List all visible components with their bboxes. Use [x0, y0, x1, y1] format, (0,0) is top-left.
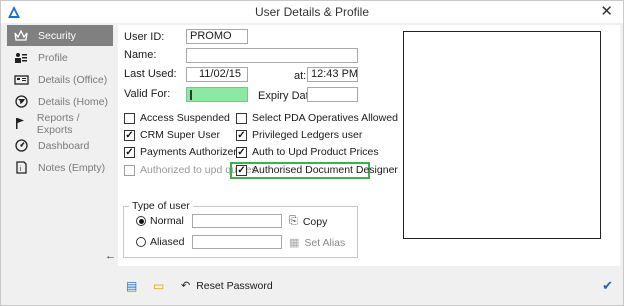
notes-icon: i: [12, 161, 30, 175]
user-profile-icon: [12, 51, 30, 65]
checkbox-label: Access Suspended: [140, 112, 230, 124]
checkbox-label: CRM Super User: [140, 129, 220, 141]
reset-password-label: Reset Password: [196, 279, 273, 292]
select-pda-operatives-checkbox[interactable]: Select PDA Operatives Allowed: [236, 112, 398, 124]
sidebar-item-security[interactable]: Security: [7, 25, 113, 46]
last-used-label: Last Used:: [124, 68, 177, 80]
set-alias-label: Set Alias: [304, 236, 346, 249]
sidebar-item-profile[interactable]: Profile: [7, 47, 113, 68]
valid-for-field[interactable]: [186, 87, 248, 102]
window-title: User Details & Profile: [254, 5, 370, 19]
reset-password-button[interactable]: ↶ Reset Password: [181, 279, 273, 293]
back-arrow-icon[interactable]: ←: [105, 250, 116, 262]
user-photo-frame[interactable]: [403, 31, 601, 239]
sidebar-item-label: Profile: [38, 51, 68, 64]
flag-icon: [12, 117, 29, 131]
expiry-date-field[interactable]: [307, 87, 358, 102]
checkmark-icon: ✓: [236, 164, 247, 176]
checkbox-label: Payments Authorizer: [140, 146, 237, 158]
radio-selected-icon: [136, 216, 146, 226]
sidebar-item-label: Reports / Exports: [36, 111, 80, 136]
valid-for-label: Valid For:: [124, 88, 171, 100]
office-icon: [12, 73, 30, 87]
globe-icon: [12, 95, 30, 109]
checkbox-label: Auth to Upd Product Prices: [252, 146, 379, 158]
authorised-document-designer-checkbox[interactable]: ✓ Authorised Document Designer: [236, 164, 398, 176]
sidebar-item-reports-exports[interactable]: Reports / Exports: [7, 111, 113, 136]
access-suspended-checkbox[interactable]: Access Suspended: [124, 112, 230, 124]
folder-icon[interactable]: ▭: [153, 279, 164, 293]
dashboard-icon: [12, 139, 30, 153]
crown-icon: [12, 29, 30, 43]
checkmark-icon: ✓: [236, 146, 247, 158]
close-icon[interactable]: ✕: [600, 3, 613, 21]
normal-user-field[interactable]: [192, 214, 282, 228]
sidebar: Security Profile Details (Office) Detail…: [7, 25, 113, 261]
payments-authorizer-checkbox[interactable]: ✓ Payments Authorizer: [124, 146, 237, 158]
document-icon[interactable]: ▤: [126, 279, 137, 293]
radio-label: Normal: [150, 215, 184, 227]
footer-bar: ▤ ▭ ↶ Reset Password ✔: [1, 267, 623, 305]
sidebar-item-details-office[interactable]: Details (Office): [7, 69, 113, 90]
name-field[interactable]: [186, 48, 358, 63]
user-id-label: User ID:: [124, 31, 165, 43]
normal-radio[interactable]: Normal: [136, 215, 184, 227]
checkbox-label: Privileged Ledgers user: [252, 129, 363, 141]
checkbox-label: Select PDA Operatives Allowed: [252, 112, 398, 124]
sidebar-item-dashboard[interactable]: Dashboard: [7, 135, 113, 156]
user-details-window: User Details & Profile ✕ Security Profil…: [0, 0, 624, 306]
last-used-time-field: 12:43 PM: [307, 67, 358, 82]
sidebar-item-label: Security: [38, 29, 76, 42]
checkbox-box: [236, 112, 247, 124]
checkbox-label: Authorised Document Designer: [252, 164, 398, 176]
type-of-user-title: Type of user: [129, 200, 193, 212]
checkmark-icon: ✓: [124, 146, 135, 158]
aliased-radio[interactable]: Aliased: [136, 236, 184, 248]
auth-upd-product-prices-checkbox[interactable]: ✓ Auth to Upd Product Prices: [236, 146, 379, 158]
radio-empty-icon: [136, 237, 146, 247]
privileged-ledgers-checkbox[interactable]: ✓ Privileged Ledgers user: [236, 129, 362, 141]
user-id-field[interactable]: PROMO: [186, 29, 248, 44]
copy-icon: ⎘: [289, 215, 298, 227]
checkbox-box: [124, 112, 135, 124]
sidebar-item-details-home[interactable]: Details (Home): [7, 91, 113, 112]
set-alias-icon: ▦: [289, 237, 300, 249]
crm-super-user-checkbox[interactable]: ✓ CRM Super User: [124, 129, 220, 141]
sidebar-item-label: Details (Home): [38, 95, 109, 108]
copy-label: Copy: [302, 215, 328, 228]
set-alias-button: ▦ Set Alias: [289, 236, 346, 250]
sidebar-item-label: Details (Office): [38, 73, 108, 86]
sidebar-item-label: Dashboard: [38, 139, 90, 152]
svg-text:i: i: [19, 166, 21, 173]
title-bar: User Details & Profile ✕: [1, 1, 623, 23]
sidebar-item-label: Notes (Empty): [38, 161, 106, 174]
ok-check-icon[interactable]: ✔: [602, 278, 613, 294]
name-label: Name:: [124, 49, 157, 61]
at-label: at:: [294, 70, 307, 82]
last-used-field: 11/02/15: [186, 67, 248, 82]
sidebar-item-notes[interactable]: i Notes (Empty): [7, 157, 113, 178]
radio-label: Aliased: [150, 236, 185, 248]
text-cursor: [190, 90, 192, 100]
copy-button[interactable]: ⎘ Copy: [289, 215, 327, 228]
checkmark-icon: ✓: [236, 129, 247, 141]
aliased-user-field[interactable]: [192, 235, 282, 249]
checkbox-box: [124, 164, 135, 176]
undo-icon: ↶: [181, 280, 191, 292]
checkmark-icon: ✓: [124, 129, 135, 141]
